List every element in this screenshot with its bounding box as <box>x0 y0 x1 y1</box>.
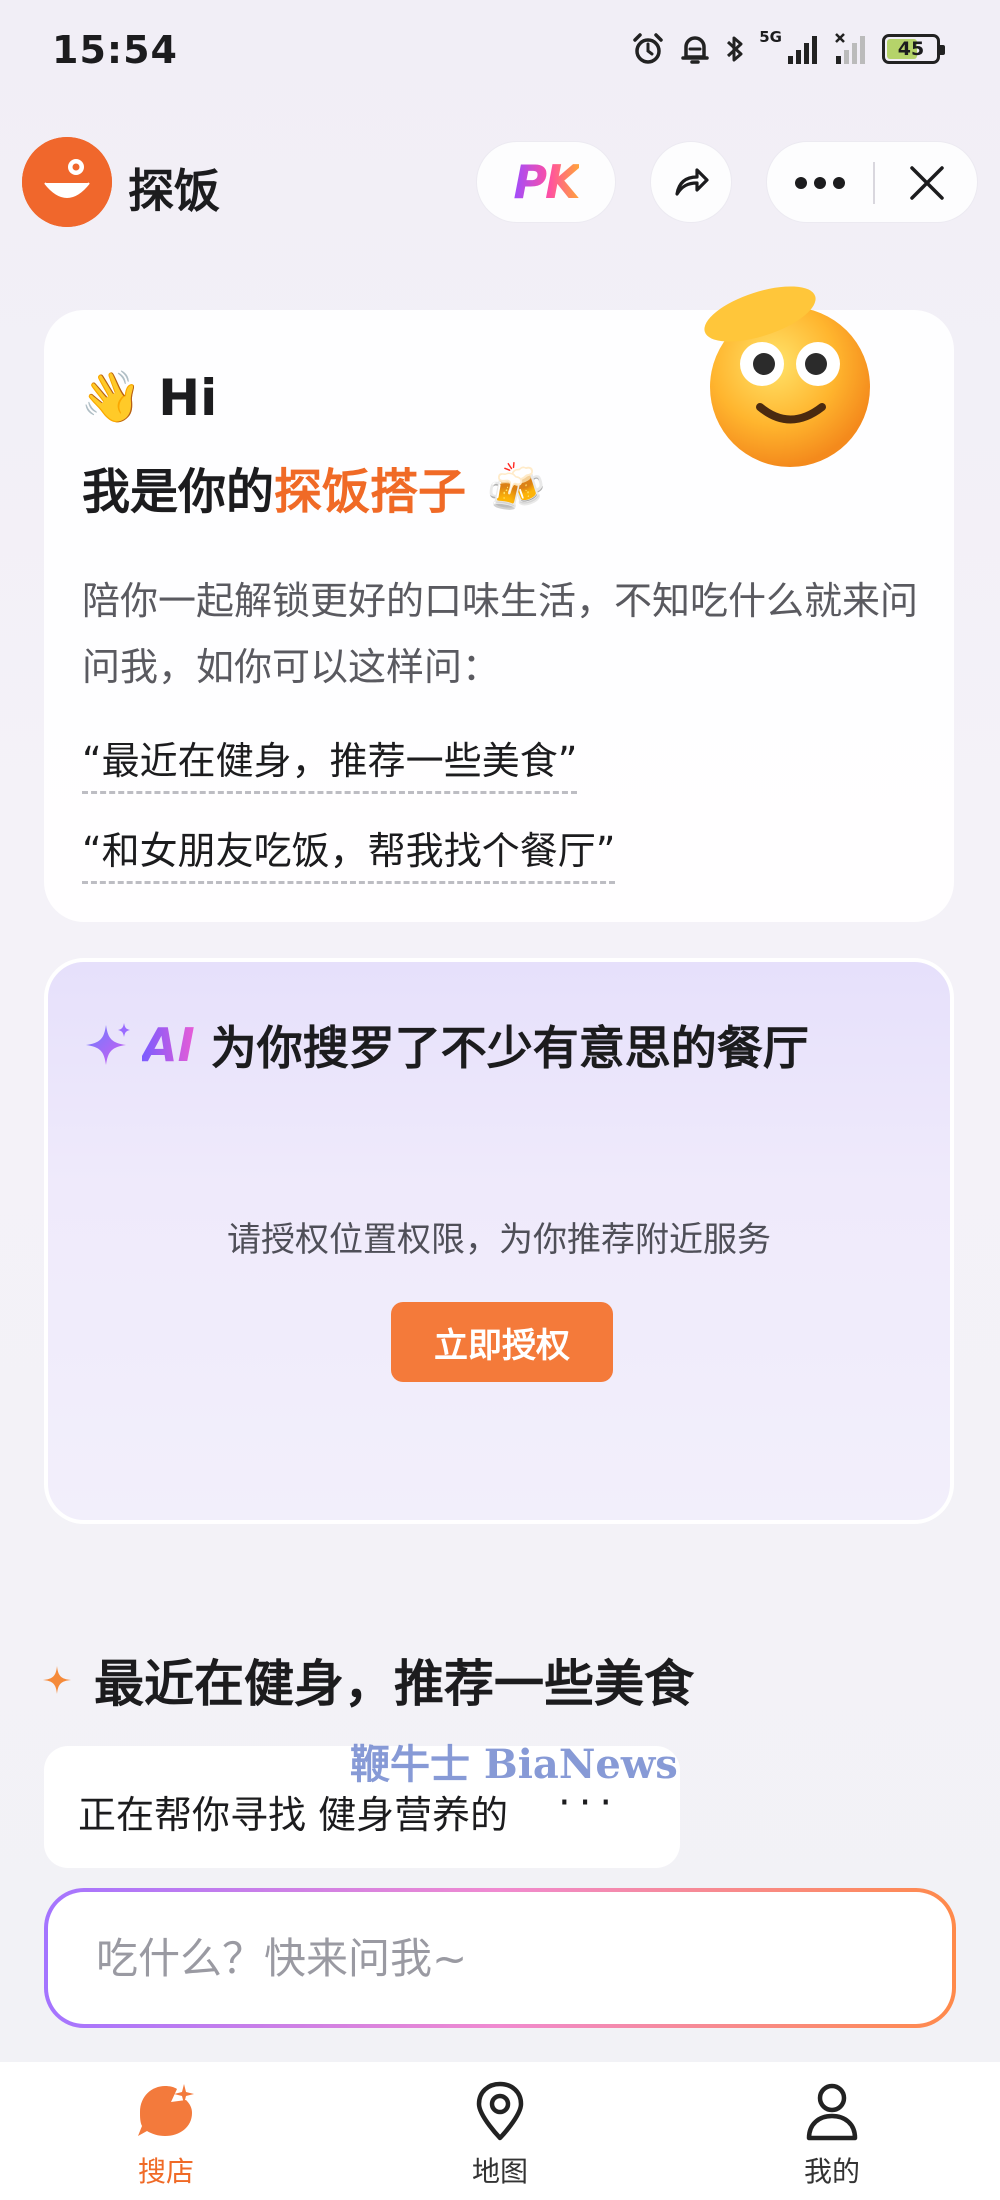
greeting-description: 陪你一起解锁更好的口味生活，不知吃什么就来问问我，如你可以这样问： <box>82 579 919 689</box>
intro-accent: 探饭搭子 <box>274 464 467 520</box>
status-time: 15:54 <box>52 28 178 72</box>
watermark: 鞭牛士 BiaNews <box>350 1741 678 1788</box>
chat-input-inner <box>48 1892 952 2024</box>
bluetooth-icon <box>727 36 743 62</box>
close-button[interactable] <box>875 142 979 224</box>
authorize-button[interactable]: 立即授权 <box>391 1302 613 1382</box>
user-query: 最近在健身，推荐一些美食 <box>94 1655 694 1713</box>
alarm-icon <box>633 33 663 64</box>
chat-input[interactable] <box>96 1933 952 1983</box>
signal-icon <box>788 36 817 64</box>
status-icons: 5G 45 <box>631 28 945 66</box>
location-permission-prompt: 请授权位置权限，为你推荐附近服务 <box>227 1220 771 1260</box>
intro-line: 我是你的 探饭搭子 🍻 <box>82 452 546 522</box>
app-title: 探饭 <box>128 164 220 218</box>
nav-item-mine[interactable]: 我的 <box>752 2080 912 2190</box>
hi-text: Hi <box>158 368 218 427</box>
more-icon <box>795 177 845 189</box>
network-label: 5G <box>759 28 782 46</box>
nav-label-shop-search: 搜店 <box>137 2155 194 2188</box>
example-question-text: “和女朋友吃饭，帮我找个餐厅” <box>82 829 616 884</box>
nav-label-mine: 我的 <box>803 2155 860 2188</box>
mute-bell-icon <box>681 36 709 64</box>
more-button[interactable] <box>767 142 873 224</box>
answer-text: 正在帮你寻找 健身营养的 <box>78 1793 509 1837</box>
nav-item-map[interactable]: 地图 <box>420 2080 580 2190</box>
nav-label-map: 地图 <box>471 2155 528 2188</box>
close-icon <box>910 166 944 200</box>
pk-button[interactable]: PK <box>476 141 616 223</box>
status-bar: 15:54 5G 45 <box>0 0 1000 110</box>
intro-prefix: 我是你的 <box>82 464 275 520</box>
battery-icon: 45 <box>882 34 945 64</box>
ai-title-row: AI 为你搜罗了不少有意思的餐厅 <box>84 1012 809 1078</box>
sparkle-icon <box>86 1023 130 1065</box>
logo-icon <box>22 137 112 227</box>
example-question[interactable]: “和女朋友吃饭，帮我找个餐厅” <box>82 820 616 884</box>
example-question[interactable]: “最近在健身，推荐一些美食” <box>82 730 578 794</box>
example-question-text: “最近在健身，推荐一些美食” <box>82 739 578 794</box>
ai-logo: AI <box>142 1018 195 1072</box>
orange-sparkle-icon <box>43 1666 71 1694</box>
share-icon <box>675 168 709 196</box>
share-button[interactable] <box>650 141 732 223</box>
hi-row: 👋 Hi <box>80 368 217 427</box>
shop-search-icon <box>138 2084 194 2136</box>
nav-item-shop-search[interactable]: 搜店 <box>86 2080 246 2190</box>
beer-icon: 🍻 <box>486 459 546 516</box>
person-icon <box>806 2083 858 2141</box>
wave-icon: 👋 <box>80 368 143 426</box>
user-query-row: 最近在健身，推荐一些美食 <box>42 1644 694 1716</box>
app-header: 探饭 PK <box>0 135 1000 235</box>
mini-program-capsule <box>766 141 978 223</box>
ai-card-title: 为你搜罗了不少有意思的餐厅 <box>210 1021 809 1075</box>
chat-input-box <box>44 1888 956 2028</box>
signal-weak-icon <box>835 33 865 64</box>
pk-label: PK <box>513 155 580 209</box>
map-pin-icon <box>476 2081 524 2141</box>
mascot-saluting-face-icon <box>704 286 870 467</box>
bottom-nav: 搜店 地图 我的 <box>0 2062 1000 2200</box>
ai-restaurant-card: AI 为你搜罗了不少有意思的餐厅 请授权位置权限，为你推荐附近服务 立即授权 <box>44 958 954 1524</box>
